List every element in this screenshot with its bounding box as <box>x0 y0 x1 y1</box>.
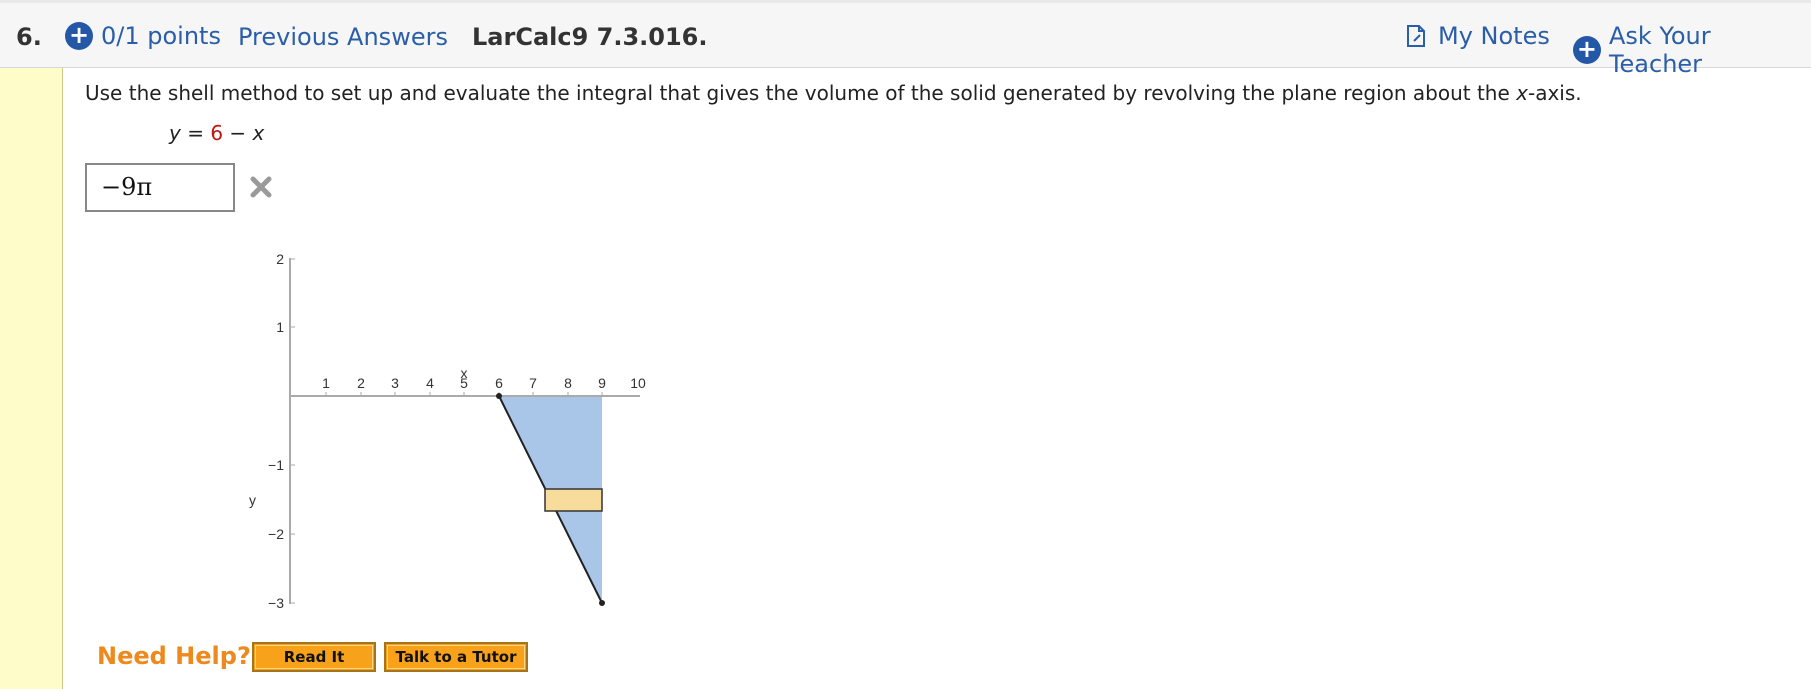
y-tick-label: 1 <box>276 319 284 335</box>
endpoint-dot <box>496 393 502 399</box>
y-tick-label: −3 <box>268 595 284 611</box>
x-tick-label: 4 <box>426 375 434 391</box>
x-axis-label: x <box>461 365 468 381</box>
y-tick-label: −1 <box>268 457 284 473</box>
x-tick-label: 1 <box>322 375 330 391</box>
endpoint-dot <box>599 600 605 606</box>
representative-rectangle <box>544 488 603 512</box>
x-tick-label: 7 <box>529 375 537 391</box>
need-help-label: Need Help? <box>97 642 251 670</box>
x-tick-label: 8 <box>564 375 572 391</box>
x-tick-label: 6 <box>495 375 503 391</box>
read-it-button[interactable]: Read It <box>252 642 376 672</box>
x-tick-label: 9 <box>598 375 606 391</box>
region-graph: 1 2 3 4 5 6 7 8 9 10 x 2 1 −1 −2 −3 y <box>249 251 646 611</box>
talk-to-tutor-button[interactable]: Talk to a Tutor <box>384 642 528 672</box>
y-tick-label: 2 <box>276 251 284 267</box>
x-tick-label: 2 <box>357 375 365 391</box>
y-axis-label: y <box>249 492 256 508</box>
x-tick-label: 3 <box>391 375 399 391</box>
x-tick-label: 10 <box>630 375 646 391</box>
y-tick-label: −2 <box>268 526 284 542</box>
